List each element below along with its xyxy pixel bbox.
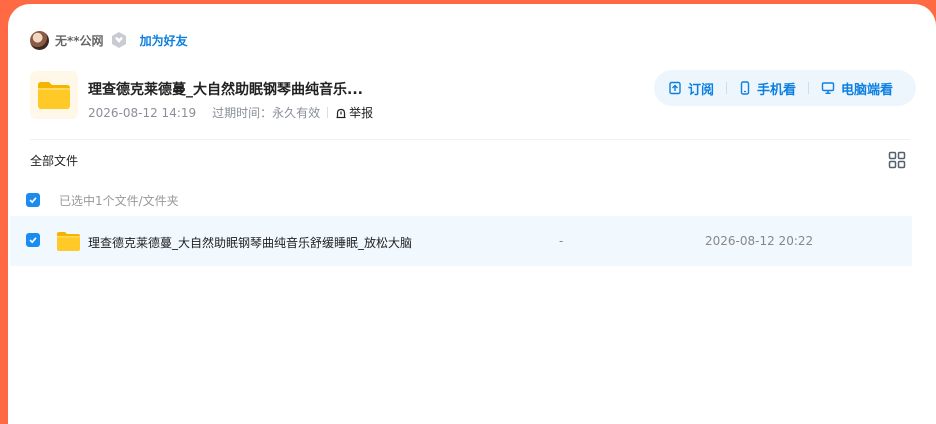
meta-divider [327,107,329,118]
check-icon [29,197,37,204]
selection-count: 已选中1个文件/文件夹 [59,193,179,208]
select-all-checkbox[interactable] [26,193,40,207]
action-divider [726,82,728,94]
action-bar: 订阅 手机看 电脑端看 [654,70,916,106]
header-divider [30,139,910,140]
mobile-view-button[interactable]: 手机看 [739,79,796,98]
file-meta: 2026-08-12 14:19 过期时间： 永久有效 举报 [88,104,373,121]
share-date: 2026-08-12 14:19 [88,105,197,120]
select-all-row: 已选中1个文件/文件夹 [26,190,179,210]
file-size: - [559,234,564,248]
diamond-icon [111,32,126,48]
alert-icon [336,108,346,118]
file-title: 理查德克莱德蔓_大自然助眠钢琴曲纯音乐... [88,82,363,98]
report-button[interactable]: 举报 [335,104,373,121]
folder-icon [57,232,80,251]
expire-value: 永久有效 [272,106,321,120]
file-date: 2026-08-12 20:22 [705,234,814,248]
username: 无**公网 [55,33,104,48]
monitor-icon [821,82,835,95]
subscribe-button[interactable]: 订阅 [668,79,714,98]
subscribe-label: 订阅 [688,82,715,98]
user-avatar[interactable] [30,30,49,50]
phone-icon [740,81,750,95]
action-divider [808,82,810,94]
table-row[interactable]: 理查德克莱德蔓_大自然助眠钢琴曲纯音乐舒缓睡眠_放松大脑 - 2026-08-1… [10,216,912,266]
grid-view-icon[interactable] [888,151,906,169]
file-name[interactable]: 理查德克莱德蔓_大自然助眠钢琴曲纯音乐舒缓睡眠_放松大脑 [88,234,412,251]
folder-icon [30,71,78,119]
report-label: 举报 [349,106,374,120]
desktop-view-label: 电脑端看 [841,82,894,98]
share-card: 无**公网 加为好友 理查德克莱德蔓_大自然助眠钢琴曲纯音乐... 2026-0… [8,4,936,424]
mobile-view-label: 手机看 [757,82,797,98]
breadcrumb-all-files[interactable]: 全部文件 [30,152,78,169]
add-friend-link[interactable]: 加为好友 [140,32,188,49]
expire-label: 过期时间： [212,106,273,120]
user-info: 无**公网 加为好友 [30,29,188,51]
desktop-view-button[interactable]: 电脑端看 [821,79,893,98]
row-checkbox[interactable] [26,233,40,247]
subscribe-icon [669,81,681,95]
check-icon [29,237,37,244]
